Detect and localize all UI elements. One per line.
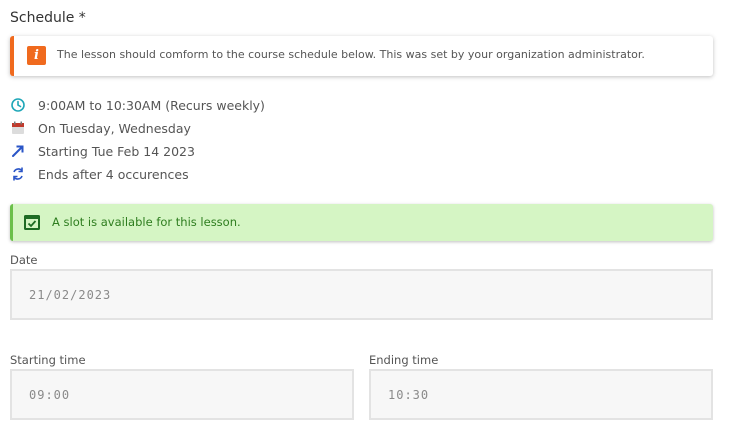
calendar-check-icon (23, 213, 41, 231)
schedule-notice-text: The lesson should comform to the course … (57, 48, 645, 61)
slot-available-alert: A slot is available for this lesson. (10, 204, 713, 241)
repeat-icon (10, 166, 26, 182)
calendar-icon (10, 120, 26, 136)
schedule-time-row: 9:00AM to 10:30AM (Recurs weekly) (10, 96, 265, 114)
schedule-days-text: On Tuesday, Wednesday (38, 120, 191, 136)
schedule-start-row: Starting Tue Feb 14 2023 (10, 142, 195, 160)
arrow-up-right-icon (10, 143, 26, 159)
schedule-days-row: On Tuesday, Wednesday (10, 119, 191, 137)
schedule-end-row: Ends after 4 occurences (10, 165, 189, 183)
schedule-title: Schedule * (10, 10, 86, 26)
schedule-end-text: Ends after 4 occurences (38, 166, 189, 182)
schedule-start-text: Starting Tue Feb 14 2023 (38, 143, 195, 159)
schedule-notice-alert: i The lesson should comform to the cours… (10, 36, 713, 76)
info-icon: i (27, 46, 46, 65)
end-time-label: Ending time (369, 353, 439, 367)
slot-available-text: A slot is available for this lesson. (52, 215, 241, 229)
date-field[interactable] (10, 269, 713, 320)
schedule-time-text: 9:00AM to 10:30AM (Recurs weekly) (38, 97, 265, 113)
date-label: Date (10, 253, 38, 267)
clock-icon (10, 97, 26, 113)
end-time-field[interactable] (369, 369, 713, 420)
start-time-label: Starting time (10, 353, 86, 367)
start-time-field[interactable] (10, 369, 354, 420)
schedule-panel: Schedule * i The lesson should comform t… (0, 0, 731, 442)
